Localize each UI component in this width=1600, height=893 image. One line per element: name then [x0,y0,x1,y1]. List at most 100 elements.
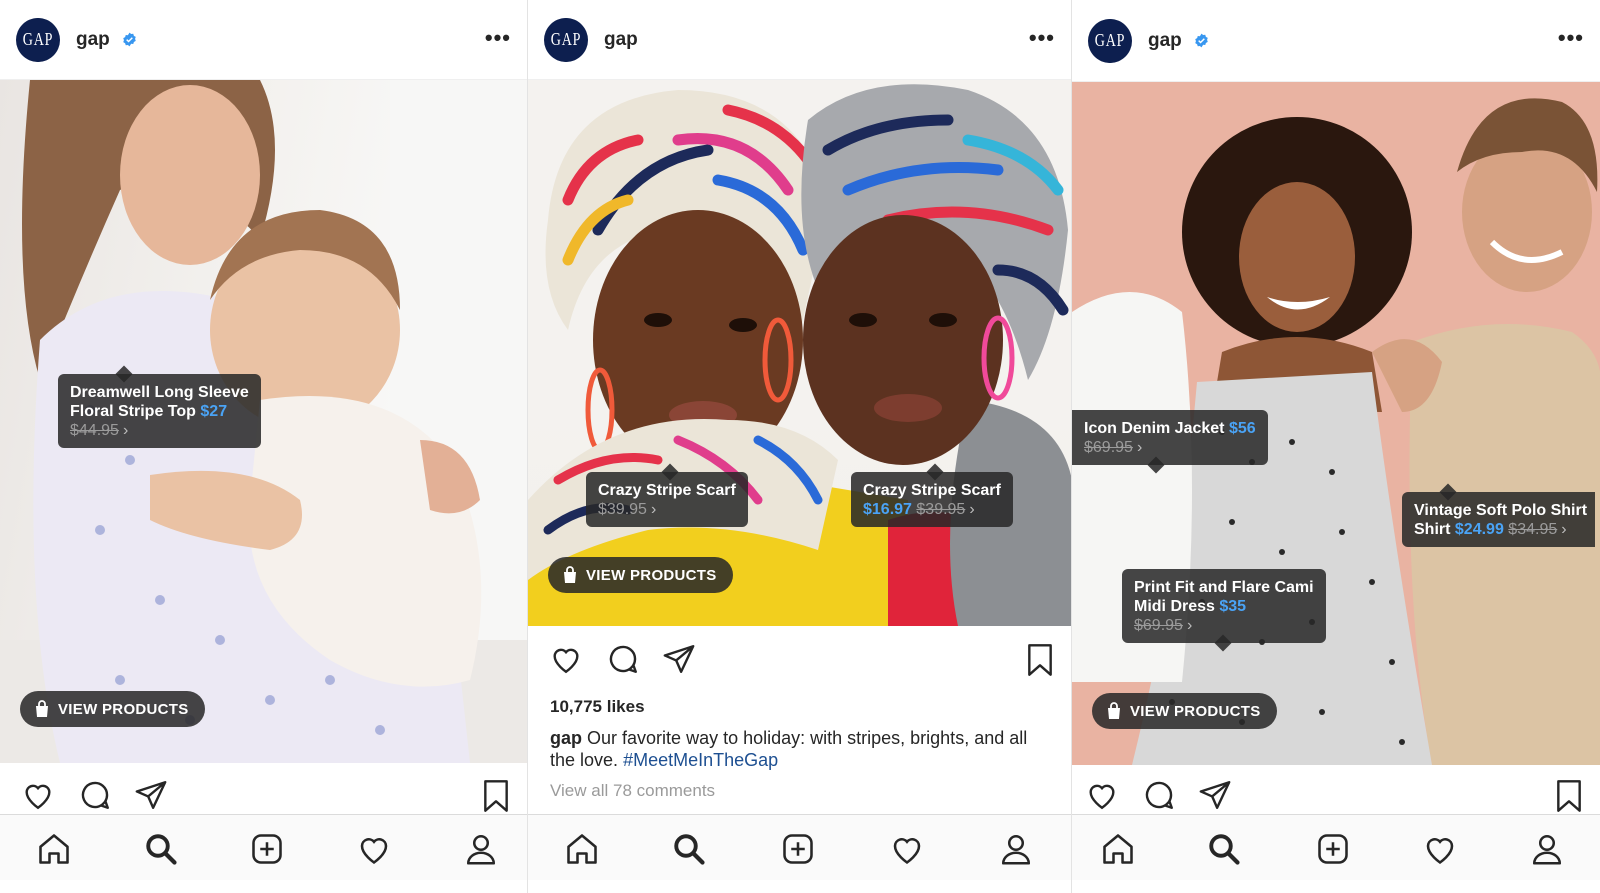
product-tag[interactable]: Print Fit and Flare Cami Midi Dress $35 … [1122,569,1326,643]
view-comments-link[interactable]: View all 78 comments [550,781,715,801]
caption-text: Our favorite way to holiday: with stripe… [550,728,1028,770]
avatar-logo: GAP [548,17,584,62]
product-tag-price: $35 [1219,598,1247,615]
shopping-bag-icon [36,700,48,717]
product-tag-name-2: Midi Dress [1134,598,1215,615]
add-post-icon[interactable] [249,831,285,867]
username[interactable]: gap [76,29,110,51]
product-tag-old-price: $34.95 [1508,521,1558,538]
product-tag[interactable]: Crazy Stripe Scarf $16.97 $39.95 › [851,472,1013,527]
product-tag-price: $24.99 [1454,521,1504,538]
post-photo[interactable]: Crazy Stripe Scarf $39.95 › Crazy Stripe … [528,80,1071,626]
avatar-logo: GAP [20,17,56,62]
more-options-icon[interactable]: ••• [485,27,511,49]
paper-plane-icon[interactable] [1198,778,1232,812]
post-caption: gap Our favorite way to holiday: with st… [550,727,1050,771]
view-products-button[interactable]: VIEW PRODUCTS [20,691,205,727]
home-icon[interactable] [564,831,600,867]
paper-plane-icon[interactable] [134,778,168,812]
chevron-right-icon: › [1136,439,1143,456]
product-tag-old-price: $44.95 [70,422,119,439]
view-products-button[interactable]: VIEW PRODUCTS [548,557,733,593]
view-products-button[interactable]: VIEW PRODUCTS [1092,693,1277,729]
chevron-right-icon: › [122,422,129,439]
product-tag-price: $16.97 [863,501,912,518]
verified-badge-icon [123,32,136,47]
home-icon[interactable] [1100,831,1136,867]
add-post-icon[interactable] [1315,831,1351,867]
tab-bar [528,814,1071,880]
view-products-label: VIEW PRODUCTS [1130,702,1261,720]
avatar[interactable]: GAP [1088,18,1132,63]
post-actions [528,642,1071,686]
product-tag[interactable]: Vintage Soft Polo Shirt Shirt $24.99 $34… [1402,492,1596,547]
profile-icon[interactable] [998,831,1034,867]
post-header: GAP gap ••• [0,0,527,80]
product-tag-price: $39.95 [598,501,647,518]
home-icon[interactable] [36,831,72,867]
product-tag-name: Crazy Stripe Scarf [598,482,736,499]
product-tag[interactable]: Dreamwell Long Sleeve Floral Stripe Top … [58,374,261,448]
activity-heart-icon[interactable] [889,831,925,867]
product-tag[interactable]: Crazy Stripe Scarf $39.95 › [586,472,748,527]
product-tag-name-2: Floral Stripe Top [70,403,196,420]
product-tag-name: Icon Denim Jacket [1084,420,1225,437]
bookmark-icon[interactable] [1553,778,1585,814]
product-tag-old-price: $69.95 [1134,617,1183,634]
post-panel-2: GAP gap ••• Crazy Stripe Scarf $39.95 › … [527,0,1071,893]
chevron-right-icon: › [1186,617,1193,634]
post-header: GAP gap ••• [1072,0,1600,82]
product-tag-price: $27 [200,403,228,420]
username[interactable]: gap [1148,30,1182,52]
product-tag-name-2: Shirt [1414,521,1451,538]
activity-heart-icon[interactable] [1422,831,1458,867]
caption-username[interactable]: gap [550,728,582,748]
bookmark-icon[interactable] [1024,642,1056,678]
shopping-bag-icon [564,566,576,583]
search-icon[interactable] [143,831,179,867]
username[interactable]: gap [604,29,638,51]
comment-icon[interactable] [606,642,640,676]
comment-icon[interactable] [1142,778,1176,812]
post-photo[interactable]: Icon Denim Jacket $56 $69.95 › Vintage So… [1072,82,1600,765]
search-icon[interactable] [671,831,707,867]
paper-plane-icon[interactable] [662,642,696,676]
product-tag-price: $56 [1228,420,1256,437]
view-products-label: VIEW PRODUCTS [586,566,717,584]
post-panel-1: GAP gap ••• Dreamwell Long Sleeve Floral… [0,0,527,893]
more-options-icon[interactable]: ••• [1558,27,1584,49]
post-header: GAP gap ••• [528,0,1071,80]
shopping-bag-icon [1108,702,1120,719]
bottom-strip [0,880,527,893]
tab-bar [0,814,527,880]
heart-icon[interactable] [548,642,584,676]
heart-icon[interactable] [20,778,56,812]
bookmark-icon[interactable] [480,778,512,814]
caption-hashtag[interactable]: #MeetMeInTheGap [623,750,778,770]
avatar-logo: GAP [1092,18,1128,63]
product-tag-name: Print Fit and Flare Cami [1134,579,1314,596]
chevron-right-icon: › [650,501,657,518]
profile-icon[interactable] [463,831,499,867]
heart-icon[interactable] [1084,778,1120,812]
more-options-icon[interactable]: ••• [1029,27,1055,49]
product-tag[interactable]: Icon Denim Jacket $56 $69.95 › [1072,410,1268,465]
product-tag-name: Dreamwell Long Sleeve [70,384,249,401]
product-tag-name: Vintage Soft Polo Shirt [1414,502,1588,519]
avatar[interactable]: GAP [16,17,60,62]
product-tag-old-price: $39.95 [916,501,966,518]
activity-heart-icon[interactable] [356,831,392,867]
add-post-icon[interactable] [780,831,816,867]
profile-icon[interactable] [1529,831,1565,867]
avatar[interactable]: GAP [544,17,588,62]
chevron-right-icon: › [969,501,975,518]
search-icon[interactable] [1206,831,1242,867]
product-tag-name: Crazy Stripe Scarf [863,482,1001,499]
product-tag-old-price: $69.95 [1084,439,1133,456]
likes-count[interactable]: 10,775 likes [550,697,645,717]
comment-icon[interactable] [78,778,112,812]
post-photo[interactable]: Dreamwell Long Sleeve Floral Stripe Top … [0,80,527,763]
bottom-strip [1072,880,1600,893]
photo-two-women-scarves [528,84,1071,626]
chevron-right-icon: › [1561,521,1567,538]
